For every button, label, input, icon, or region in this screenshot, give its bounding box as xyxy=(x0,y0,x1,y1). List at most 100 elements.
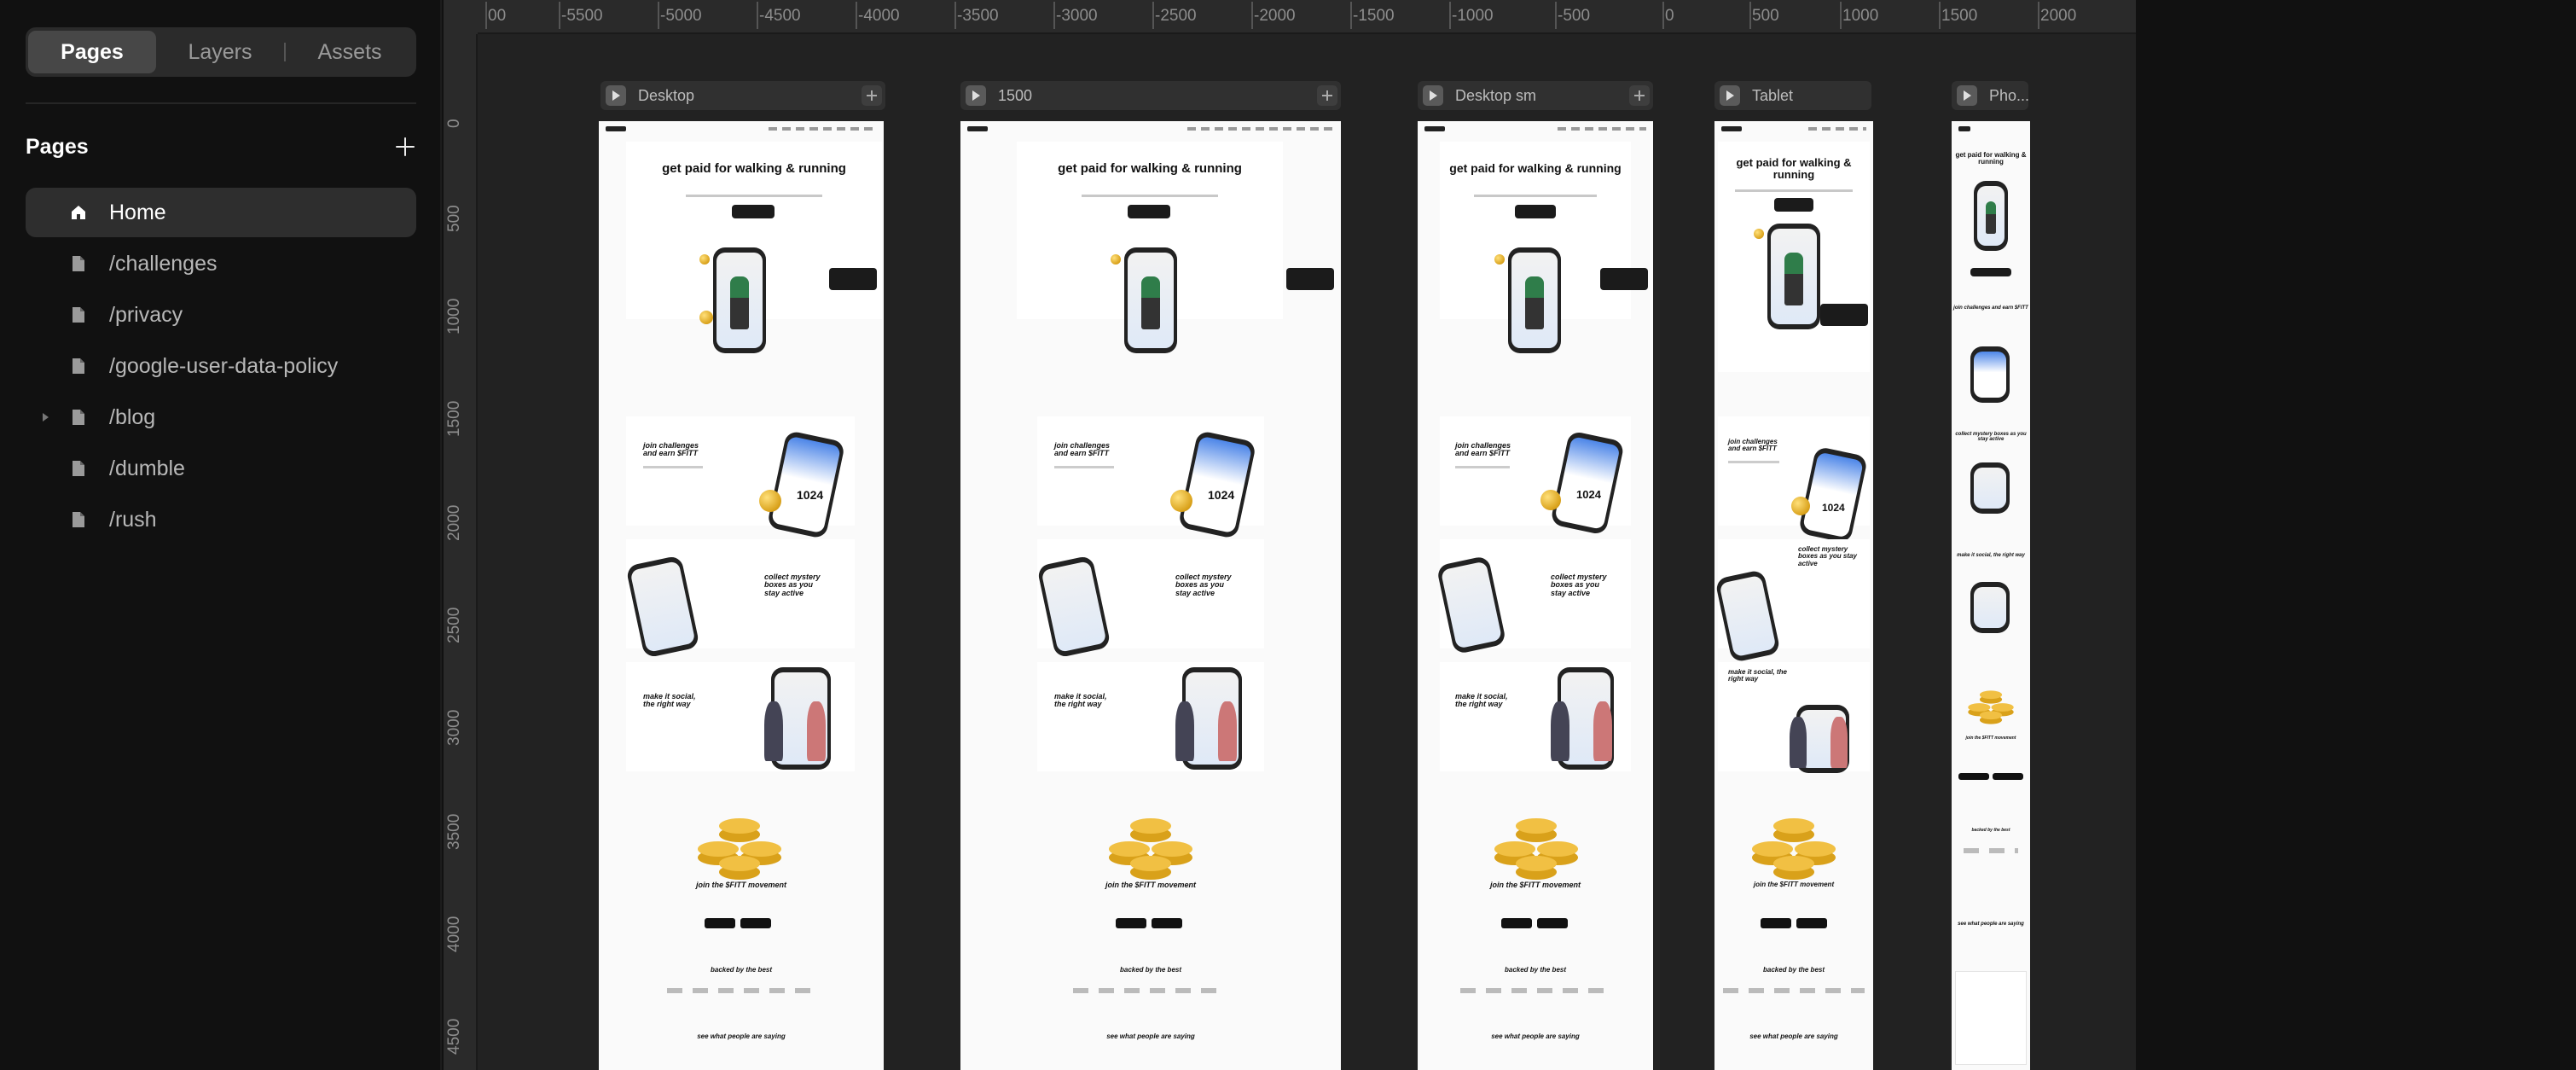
testimonials-title: see what people are saying xyxy=(1958,922,2024,927)
mystery-section: collect mystery boxes as you stay active xyxy=(1714,539,1870,663)
frame-header-1500[interactable]: 1500 xyxy=(960,81,1341,110)
phone-screen xyxy=(1554,436,1621,530)
app-store-badge xyxy=(705,918,735,928)
runner-figure xyxy=(730,276,749,329)
nav-links xyxy=(1558,127,1646,131)
page-item-rush[interactable]: /rush xyxy=(26,495,416,544)
coins-stack-graphic xyxy=(1494,818,1578,880)
challenges-phone xyxy=(1970,346,2010,403)
frame-phone[interactable]: get paid for walking & running join chal… xyxy=(1952,121,2030,1070)
tab-pages[interactable]: Pages xyxy=(28,31,156,73)
tab-assets[interactable]: Assets xyxy=(286,31,414,73)
expand-caret-icon[interactable] xyxy=(43,413,49,422)
social-title: make it social, the right way xyxy=(1054,692,1107,709)
phone-screen xyxy=(1041,561,1107,653)
coins-stack-graphic xyxy=(1109,818,1192,880)
site-logo xyxy=(606,126,626,131)
hero-subtitle xyxy=(1082,195,1218,197)
frame-tablet[interactable]: get paid for walking & running join chal… xyxy=(1714,121,1873,1070)
testimonials-title: see what people are saying xyxy=(697,1032,786,1040)
social-title: make it social, the right way xyxy=(1957,553,2025,558)
add-breakpoint-icon[interactable] xyxy=(1629,85,1650,106)
ruler-tick-label: 00 xyxy=(484,2,507,29)
phone-screen xyxy=(629,561,696,653)
ruler-tick-label: 2000 xyxy=(445,504,463,541)
frame-header-phone[interactable]: Pho... xyxy=(1952,81,2028,110)
ruler-tick-label: 3000 xyxy=(445,709,463,746)
design-canvas[interactable]: 00 -5500 -5000 -4500 -4000 -3500 -3000 -… xyxy=(444,0,2136,1070)
backed-title: backed by the best xyxy=(1504,966,1567,974)
coins-stack-graphic xyxy=(698,818,781,880)
runner-figure xyxy=(1985,201,1997,234)
mystery-phone xyxy=(1970,462,2010,514)
page-icon xyxy=(73,410,84,425)
person-graphic xyxy=(1551,701,1569,761)
runner-figure xyxy=(1141,276,1160,329)
frame-name: 1500 xyxy=(998,86,1033,104)
page-item-challenges[interactable]: /challenges xyxy=(26,239,416,288)
mystery-phone xyxy=(1714,569,1781,663)
play-preview-icon[interactable] xyxy=(1720,85,1740,106)
frame-header-desktop-sm[interactable]: Desktop sm xyxy=(1418,81,1653,110)
page-item-privacy[interactable]: /privacy xyxy=(26,290,416,340)
ruler-tick-label: 500 xyxy=(1749,2,1779,29)
google-play-badge xyxy=(1152,918,1182,928)
ruler-tick-label: -500 xyxy=(1554,2,1591,29)
frame-header-tablet[interactable]: Tablet xyxy=(1714,81,1871,110)
challenges-title: join challenges and earn $FITT xyxy=(1953,305,2028,311)
play-preview-icon[interactable] xyxy=(1423,85,1443,106)
download-button xyxy=(1128,205,1170,218)
play-preview-icon[interactable] xyxy=(606,85,626,106)
coins-stack-graphic xyxy=(1968,690,2014,724)
download-button xyxy=(732,205,775,218)
phone-screen xyxy=(1719,574,1777,658)
ruler-tick-label: 1000 xyxy=(445,298,463,334)
add-breakpoint-icon[interactable] xyxy=(862,85,882,106)
testimonial-card xyxy=(1955,971,2027,1065)
ruler-tick-label: -1000 xyxy=(1449,2,1494,29)
page-item-label: /dumble xyxy=(109,456,185,480)
frame-desktop-sm[interactable]: get paid for walking & running join chal… xyxy=(1418,121,1653,1070)
page-item-label: /privacy xyxy=(109,302,183,327)
page-item-google-user-data-policy[interactable]: /google-user-data-policy xyxy=(26,341,416,391)
app-store-badge xyxy=(1958,773,1989,780)
ruler-tick-label: 1000 xyxy=(1839,2,1879,29)
add-page-icon[interactable] xyxy=(394,136,416,158)
download-button xyxy=(1774,198,1813,212)
mystery-title: collect mystery boxes as you stay active xyxy=(764,573,821,597)
hero-phone-mockup xyxy=(713,247,766,353)
tab-layers[interactable]: Layers xyxy=(156,31,284,73)
app-store-badge xyxy=(1501,918,1532,928)
testimonials-title: see what people are saying xyxy=(1749,1032,1838,1040)
google-play-badge xyxy=(1537,918,1568,928)
mystery-title: collect mystery boxes as you stay active xyxy=(1551,573,1607,597)
nav-links xyxy=(768,127,877,131)
page-item-dumble[interactable]: /dumble xyxy=(26,444,416,493)
mystery-title: collect mystery boxes as you stay active xyxy=(1955,432,2027,442)
ruler-tick-label: -1500 xyxy=(1350,2,1395,29)
mystery-section: collect mystery boxes as you stay active xyxy=(1036,539,1264,659)
qr-download-badge xyxy=(1286,268,1334,290)
site-navbar xyxy=(1958,125,2023,135)
page-item-blog[interactable]: /blog xyxy=(26,393,416,442)
mystery-section: collect mystery boxes as you stay active xyxy=(625,539,855,659)
page-item-home[interactable]: Home xyxy=(26,188,416,237)
frame-desktop[interactable]: get paid for walking & running join chal… xyxy=(599,121,884,1070)
page-item-label: /blog xyxy=(109,404,156,429)
app-store-badge xyxy=(1761,918,1791,928)
movement-title: join the $FITT movement xyxy=(1753,881,1835,888)
nav-links xyxy=(1808,127,1866,131)
vertical-ruler: 0 500 1000 1500 2000 2500 3000 3500 4000… xyxy=(444,34,478,1070)
frame-1500[interactable]: get paid for walking & running join chal… xyxy=(960,121,1341,1070)
page-icon xyxy=(73,307,84,323)
movement-title: join the $FITT movement xyxy=(1965,736,2016,741)
add-breakpoint-icon[interactable] xyxy=(1317,85,1337,106)
coin-graphic xyxy=(1791,497,1810,515)
play-preview-icon[interactable] xyxy=(966,85,986,106)
social-title: make it social, the right way xyxy=(1455,692,1508,709)
ruler-tick-label: 0 xyxy=(445,119,463,128)
qr-download-badge xyxy=(1820,304,1868,326)
phone-screen xyxy=(1440,561,1503,649)
play-preview-icon[interactable] xyxy=(1957,85,1977,106)
frame-header-desktop[interactable]: Desktop xyxy=(600,81,885,110)
